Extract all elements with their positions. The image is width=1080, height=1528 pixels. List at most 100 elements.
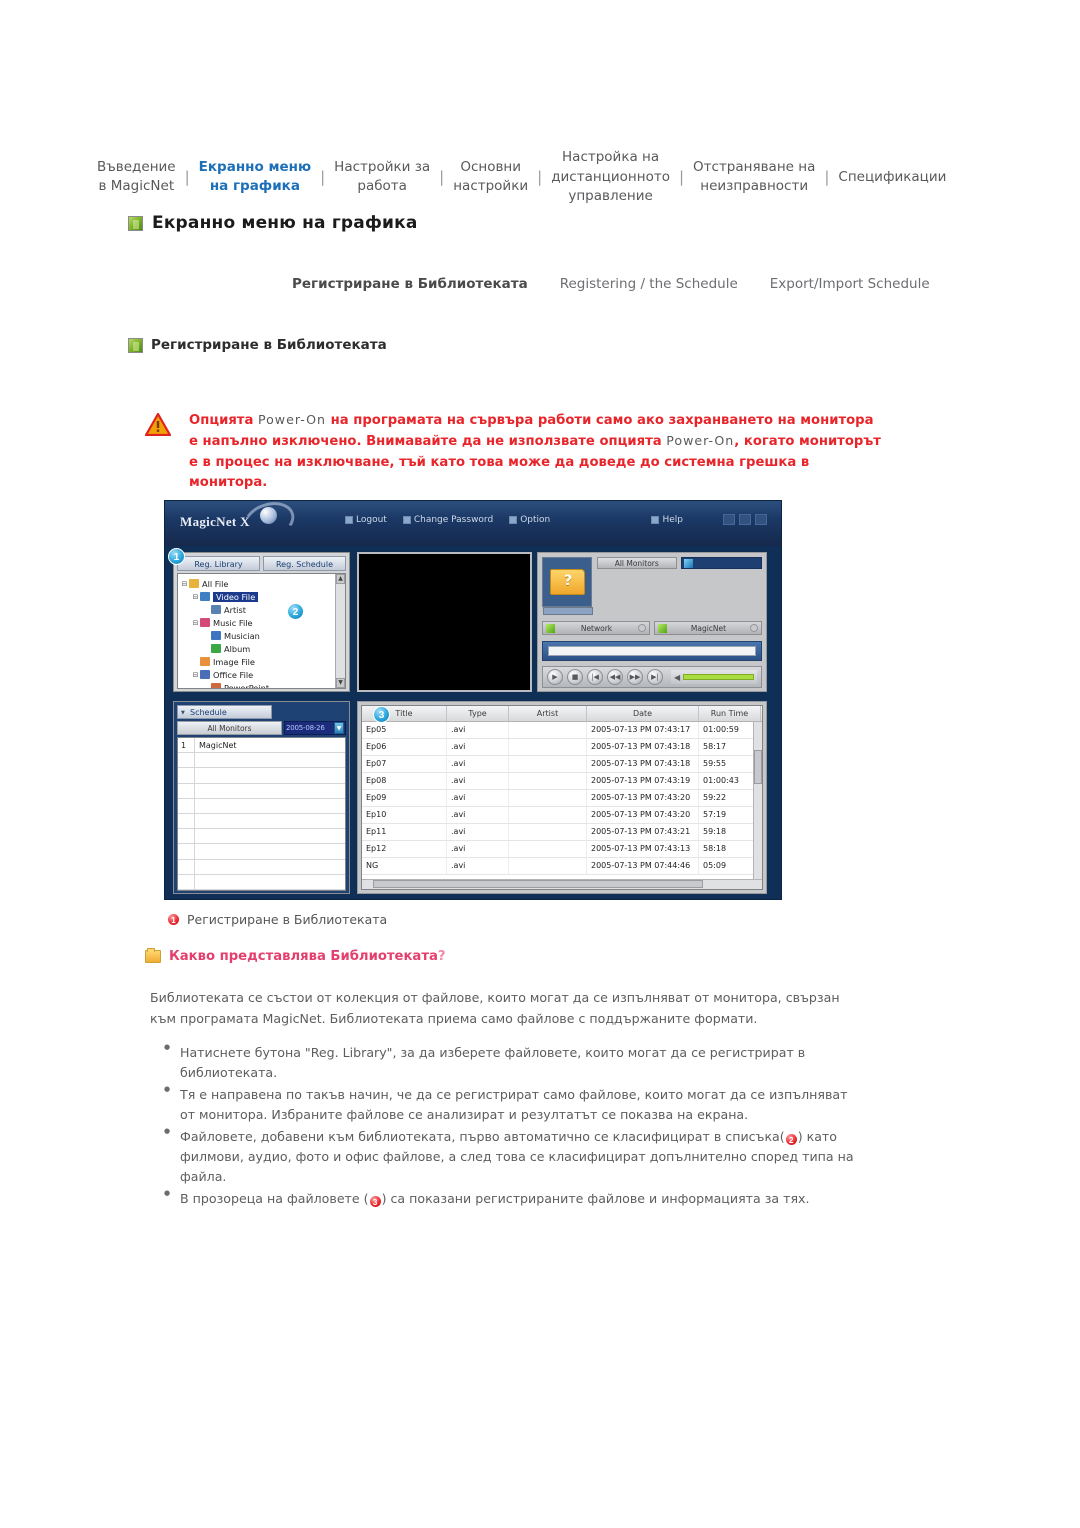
table-cell: 2005-07-13 PM 07:44:46	[587, 858, 699, 874]
tree-expander-icon[interactable]: ⊟	[191, 619, 200, 627]
table-row[interactable]: Ep12 .avi 2005-07-13 PM 07:43:13 58:18	[362, 841, 762, 858]
schedule-row[interactable]	[178, 844, 345, 860]
table-row[interactable]: Ep05 .avi 2005-07-13 PM 07:43:17 01:00:59	[362, 722, 762, 739]
schedule-row[interactable]	[178, 859, 345, 875]
chevron-down-icon[interactable]: ▼	[334, 722, 344, 734]
tree-expander-icon[interactable]: ⊟	[191, 593, 200, 601]
tree-node[interactable]: ⊟ Music File	[180, 616, 345, 629]
table-row[interactable]: Ep11 .avi 2005-07-13 PM 07:43:21 59:18	[362, 824, 762, 841]
tab-reg-library[interactable]: Reg. Library	[177, 556, 260, 571]
schedule-row[interactable]	[178, 783, 345, 799]
tree-node[interactable]: ⊟ Video File	[180, 590, 345, 603]
play-button[interactable]: ▶	[547, 669, 563, 685]
tree-node[interactable]: PowerPoint	[180, 681, 345, 688]
schedule-tab[interactable]: Schedule	[177, 705, 272, 720]
tree-node[interactable]: Musician	[180, 629, 345, 642]
table-row[interactable]: Ep09 .avi 2005-07-13 PM 07:43:20 59:22	[362, 790, 762, 807]
rewind-button[interactable]: ◀◀	[607, 669, 623, 685]
scrollbar-thumb[interactable]	[754, 750, 762, 784]
table-row[interactable]: NG .avi 2005-07-13 PM 07:44:46 05:09	[362, 858, 762, 875]
column-header[interactable]: Run Time	[699, 706, 761, 721]
nav-item-basic-settings[interactable]: Основни настройки	[444, 158, 537, 197]
tree-node[interactable]: ⊟ All File	[180, 577, 345, 590]
logout-label: Logout	[356, 515, 387, 525]
volume-slider[interactable]	[683, 674, 754, 680]
nav-item-operation-settings[interactable]: Настройки за работа	[325, 158, 439, 197]
what-is-library-heading-row: Какво представлява Библиотеката?	[145, 948, 446, 964]
table-cell: .avi	[447, 824, 509, 840]
speaker-icon: ◀	[674, 672, 681, 682]
network-status: Network	[542, 621, 650, 635]
column-header[interactable]: Type	[447, 706, 509, 721]
fast-forward-button[interactable]: ▶▶	[627, 669, 643, 685]
nav-item-troubleshooting[interactable]: Отстраняване на неизправности	[684, 158, 824, 197]
change-password-menu-item[interactable]: Change Password	[402, 515, 493, 525]
previous-track-button[interactable]: |◀	[587, 669, 603, 685]
seek-bar[interactable]	[548, 646, 756, 656]
video-preview[interactable]	[357, 552, 532, 692]
column-header[interactable]: Date	[587, 706, 699, 721]
schedule-row[interactable]	[178, 829, 345, 845]
schedule-row[interactable]	[178, 874, 345, 890]
table-cell	[509, 858, 587, 874]
scroll-down-arrow[interactable]: ▼	[336, 678, 345, 688]
seek-bar-container[interactable]	[542, 641, 762, 661]
column-header[interactable]: Artist	[509, 706, 587, 721]
nav-item-introduction[interactable]: Въведение в MagicNet	[88, 158, 185, 197]
window-controls[interactable]	[723, 514, 767, 525]
schedule-row[interactable]: 1 MagicNet	[178, 738, 345, 754]
all-monitors-label[interactable]: All Monitors	[597, 557, 677, 569]
file-table-horizontal-scrollbar[interactable]	[362, 879, 762, 889]
tab-register-library[interactable]: Регистриране в Библиотеката	[292, 276, 560, 292]
schedule-row-name	[195, 784, 345, 798]
nav-item-specifications[interactable]: Спецификации	[829, 168, 955, 188]
close-button[interactable]	[755, 514, 767, 525]
scrollbar-thumb[interactable]	[373, 880, 703, 888]
magicnet-application-screenshot: MagicNet X Logout Change Password Option…	[164, 500, 782, 900]
schedule-grid[interactable]: 1 MagicNet	[177, 737, 346, 891]
table-row[interactable]: Ep07 .avi 2005-07-13 PM 07:43:18 59:55	[362, 756, 762, 773]
tab-reg-schedule[interactable]: Reg. Schedule	[263, 556, 346, 571]
tree-node[interactable]: ⊟ Office File	[180, 668, 345, 681]
volume-control[interactable]: ◀	[671, 670, 757, 684]
table-row[interactable]: Ep08 .avi 2005-07-13 PM 07:43:19 01:00:43	[362, 773, 762, 790]
app-logo: MagicNet X	[180, 514, 250, 529]
help-menu-item[interactable]: Help	[651, 515, 683, 525]
monitor-icon	[683, 558, 693, 568]
schedule-date-picker[interactable]: 2005-08-26 ▼	[284, 721, 346, 735]
schedule-row[interactable]	[178, 768, 345, 784]
tree-node[interactable]: Album	[180, 642, 345, 655]
table-cell: Ep07	[362, 756, 447, 772]
selected-monitor-entry[interactable]	[680, 557, 762, 569]
schedule-all-monitors-button[interactable]: All Monitors	[177, 721, 282, 735]
schedule-row[interactable]	[178, 813, 345, 830]
monitor-thumbnail[interactable]	[542, 557, 593, 615]
tree-node[interactable]: Image File	[180, 655, 345, 668]
schedule-row[interactable]	[178, 798, 345, 814]
file-table[interactable]: Title Type Artist Date Run Time Ep05 .avi 2005…	[361, 705, 763, 890]
file-table-vertical-scrollbar[interactable]	[753, 722, 762, 879]
tab-export-import-schedule[interactable]: Export/Import Schedule	[770, 276, 962, 292]
schedule-row[interactable]	[178, 753, 345, 769]
scroll-up-arrow[interactable]: ▲	[336, 574, 345, 584]
tree-scrollbar[interactable]: ▲ ▼	[335, 574, 345, 688]
table-row[interactable]: Ep10 .avi 2005-07-13 PM 07:43:20 57:19	[362, 807, 762, 824]
unknown-folder-icon	[550, 569, 585, 595]
logout-menu-item[interactable]: Logout	[345, 515, 387, 525]
tab-registering-schedule[interactable]: Registering / the Schedule	[560, 276, 770, 292]
table-cell: 2005-07-13 PM 07:43:18	[587, 756, 699, 772]
stop-button[interactable]: ■	[567, 669, 583, 685]
tree-node[interactable]: Artist	[180, 603, 345, 616]
table-cell: 2005-07-13 PM 07:43:20	[587, 807, 699, 823]
maximize-button[interactable]	[739, 514, 751, 525]
tree-expander-icon[interactable]: ⊟	[191, 671, 200, 679]
minimize-button[interactable]	[723, 514, 735, 525]
tree-expander-icon[interactable]: ⊟	[180, 580, 189, 588]
list-item-text: Тя е направена по такъв начин, че да се …	[180, 1086, 848, 1123]
file-tree[interactable]: ⊟ All File ⊟ Video File Artist ⊟ Music File Mus…	[177, 573, 346, 689]
table-row[interactable]: Ep06 .avi 2005-07-13 PM 07:43:18 58:17	[362, 739, 762, 756]
nav-item-schedule-osd[interactable]: Екранно меню на графика	[190, 158, 320, 197]
nav-item-remote-control-setup[interactable]: Настройка на дистанционното управление	[542, 148, 679, 207]
option-menu-item[interactable]: Option	[509, 515, 550, 525]
next-track-button[interactable]: ▶|	[647, 669, 663, 685]
